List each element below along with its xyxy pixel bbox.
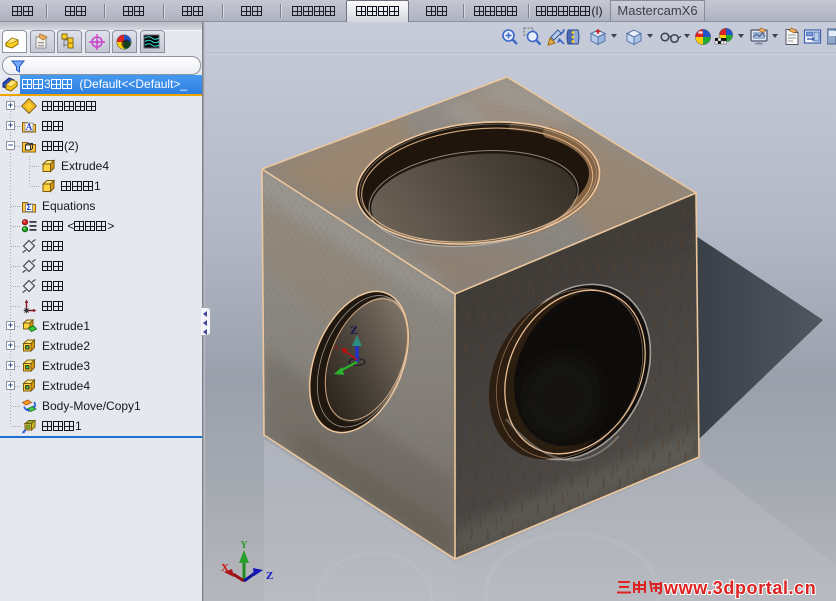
svg-text:X: X — [221, 562, 229, 574]
svg-text:x: x — [334, 343, 338, 352]
svg-text:Z: Z — [266, 570, 273, 582]
svg-text:www.3dportal.cn: www.3dportal.cn — [663, 578, 816, 598]
svg-text:A: A — [26, 122, 33, 132]
svg-text:Z: Z — [350, 323, 358, 337]
svg-text:Y: Y — [240, 540, 248, 551]
svg-text:Σ: Σ — [27, 203, 32, 212]
